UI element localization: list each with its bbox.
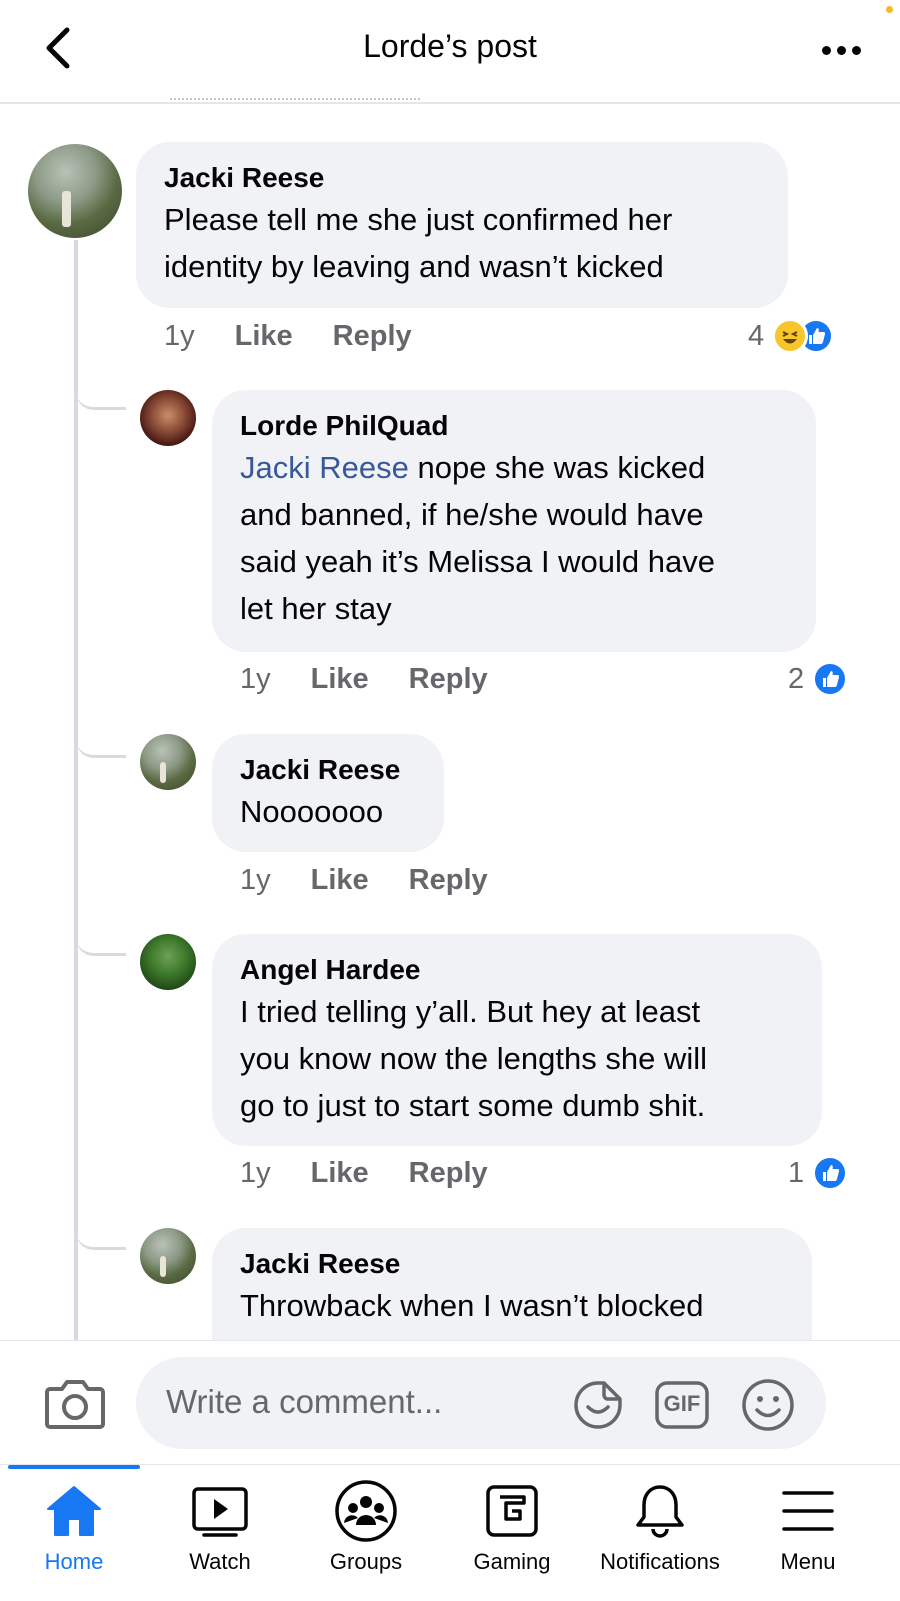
nav-gaming[interactable]: Gaming — [438, 1479, 586, 1599]
comment-input[interactable]: Write a comment... GIF — [136, 1357, 826, 1449]
truncated-content-edge — [170, 98, 420, 102]
avatar[interactable] — [140, 934, 196, 990]
bell-icon — [636, 1485, 684, 1538]
groups-icon — [335, 1480, 397, 1542]
emoji-button[interactable] — [740, 1377, 796, 1433]
active-tab-indicator — [8, 1465, 140, 1469]
thread-branch — [76, 934, 126, 956]
reply-text: Jacki Reese nope she was kicked and bann… — [240, 450, 716, 626]
bottom-nav: Home Watch Groups Gaming Notifications M… — [0, 1464, 900, 1601]
reply-author[interactable]: Angel Hardee — [240, 952, 794, 988]
top-bar: Lorde’s post — [0, 0, 900, 104]
nav-home[interactable]: Home — [0, 1479, 148, 1599]
status-indicator-dot — [886, 6, 893, 13]
nav-menu[interactable]: Menu — [734, 1479, 882, 1599]
comment-text: Please tell me she just confirmed her id… — [164, 202, 673, 284]
reply-timestamp[interactable]: 1y — [240, 1157, 271, 1190]
gif-button[interactable]: GIF — [654, 1377, 710, 1433]
more-options-button[interactable] — [822, 40, 866, 60]
thread-branch — [76, 736, 126, 758]
avatar[interactable] — [140, 390, 196, 446]
camera-button[interactable] — [44, 1375, 106, 1431]
reaction-count: 2 — [788, 662, 805, 695]
reply-bubble[interactable]: Jacki Reese Nooooooo — [212, 734, 444, 852]
like-button[interactable]: Like — [311, 1157, 369, 1190]
reply-actions: 1y Like Reply — [240, 864, 528, 897]
nav-notifications[interactable]: Notifications — [586, 1479, 734, 1599]
gaming-icon — [486, 1485, 538, 1537]
reaction-summary[interactable]: 1 — [788, 1155, 849, 1191]
reply-author[interactable]: Lorde PhilQuad — [240, 408, 788, 444]
reply-actions: 1y Like Reply — [240, 1157, 528, 1190]
comment-author[interactable]: Jacki Reese — [164, 160, 760, 196]
mention-link[interactable]: Jacki Reese — [240, 450, 409, 485]
avatar[interactable] — [28, 144, 122, 238]
thread-connector-line — [74, 240, 78, 1340]
nav-label: Watch — [189, 1549, 251, 1574]
reply-button[interactable]: Reply — [409, 864, 488, 897]
reply-timestamp[interactable]: 1y — [240, 663, 271, 696]
camera-icon — [45, 1380, 105, 1429]
reaction-summary[interactable]: 2 — [788, 661, 849, 697]
reply-text: I tried telling y’all. But hey at least … — [240, 994, 707, 1123]
sticker-icon — [574, 1381, 622, 1429]
reply-bubble[interactable]: Lorde PhilQuad Jacki Reese nope she was … — [212, 390, 816, 652]
more-dots-icon — [822, 45, 831, 55]
thread-branch — [76, 388, 126, 410]
like-reaction-icon — [812, 661, 849, 697]
nav-label: Gaming — [473, 1549, 551, 1574]
reply-bubble[interactable]: Angel Hardee I tried telling y’all. But … — [212, 934, 822, 1146]
gif-label: GIF — [663, 1391, 701, 1416]
nav-label: Notifications — [600, 1549, 720, 1574]
reply-button[interactable]: Reply — [333, 320, 412, 353]
like-reaction-icon — [812, 1155, 849, 1191]
comment-bubble[interactable]: Jacki Reese Please tell me she just conf… — [136, 142, 788, 308]
nav-label: Groups — [329, 1549, 403, 1574]
reply-timestamp[interactable]: 1y — [240, 864, 271, 897]
avatar[interactable] — [140, 734, 196, 790]
reply-text: Nooooooo — [240, 794, 384, 829]
smiley-icon — [742, 1379, 794, 1431]
comment-timestamp[interactable]: 1y — [164, 320, 195, 353]
like-button[interactable]: Like — [311, 864, 369, 897]
reply-button[interactable]: Reply — [409, 663, 488, 696]
avatar[interactable] — [140, 1228, 196, 1284]
thread-branch — [76, 1228, 126, 1250]
menu-icon — [782, 1491, 834, 1531]
comment-actions: 1y Like Reply — [164, 320, 452, 353]
reply-bubble[interactable]: Jacki Reese Throwback when I wasn’t bloc… — [212, 1228, 812, 1340]
sticker-button[interactable] — [570, 1377, 626, 1433]
reply-button[interactable]: Reply — [409, 1157, 488, 1190]
reaction-count: 1 — [788, 1156, 805, 1189]
reaction-summary[interactable]: 4 — [748, 318, 835, 354]
reply-author[interactable]: Jacki Reese — [240, 1246, 784, 1282]
reaction-count: 4 — [748, 319, 765, 352]
page-title: Lorde’s post — [363, 28, 537, 64]
like-button[interactable]: Like — [311, 663, 369, 696]
reply-author[interactable]: Jacki Reese — [240, 752, 416, 788]
like-button[interactable]: Like — [235, 320, 293, 353]
haha-reaction-icon — [772, 318, 809, 354]
nav-watch[interactable]: Watch — [146, 1479, 294, 1599]
nav-groups[interactable]: Groups — [292, 1479, 440, 1599]
home-icon — [47, 1486, 101, 1536]
comment-placeholder: Write a comment... — [166, 1383, 443, 1420]
nav-label: Menu — [780, 1549, 836, 1574]
reply-text: Throwback when I wasn’t blocked — [240, 1288, 704, 1323]
nav-label: Home — [44, 1549, 104, 1574]
watch-icon — [192, 1487, 248, 1537]
comment-composer: Write a comment... GIF — [0, 1340, 900, 1464]
reply-actions: 1y Like Reply — [240, 663, 528, 696]
